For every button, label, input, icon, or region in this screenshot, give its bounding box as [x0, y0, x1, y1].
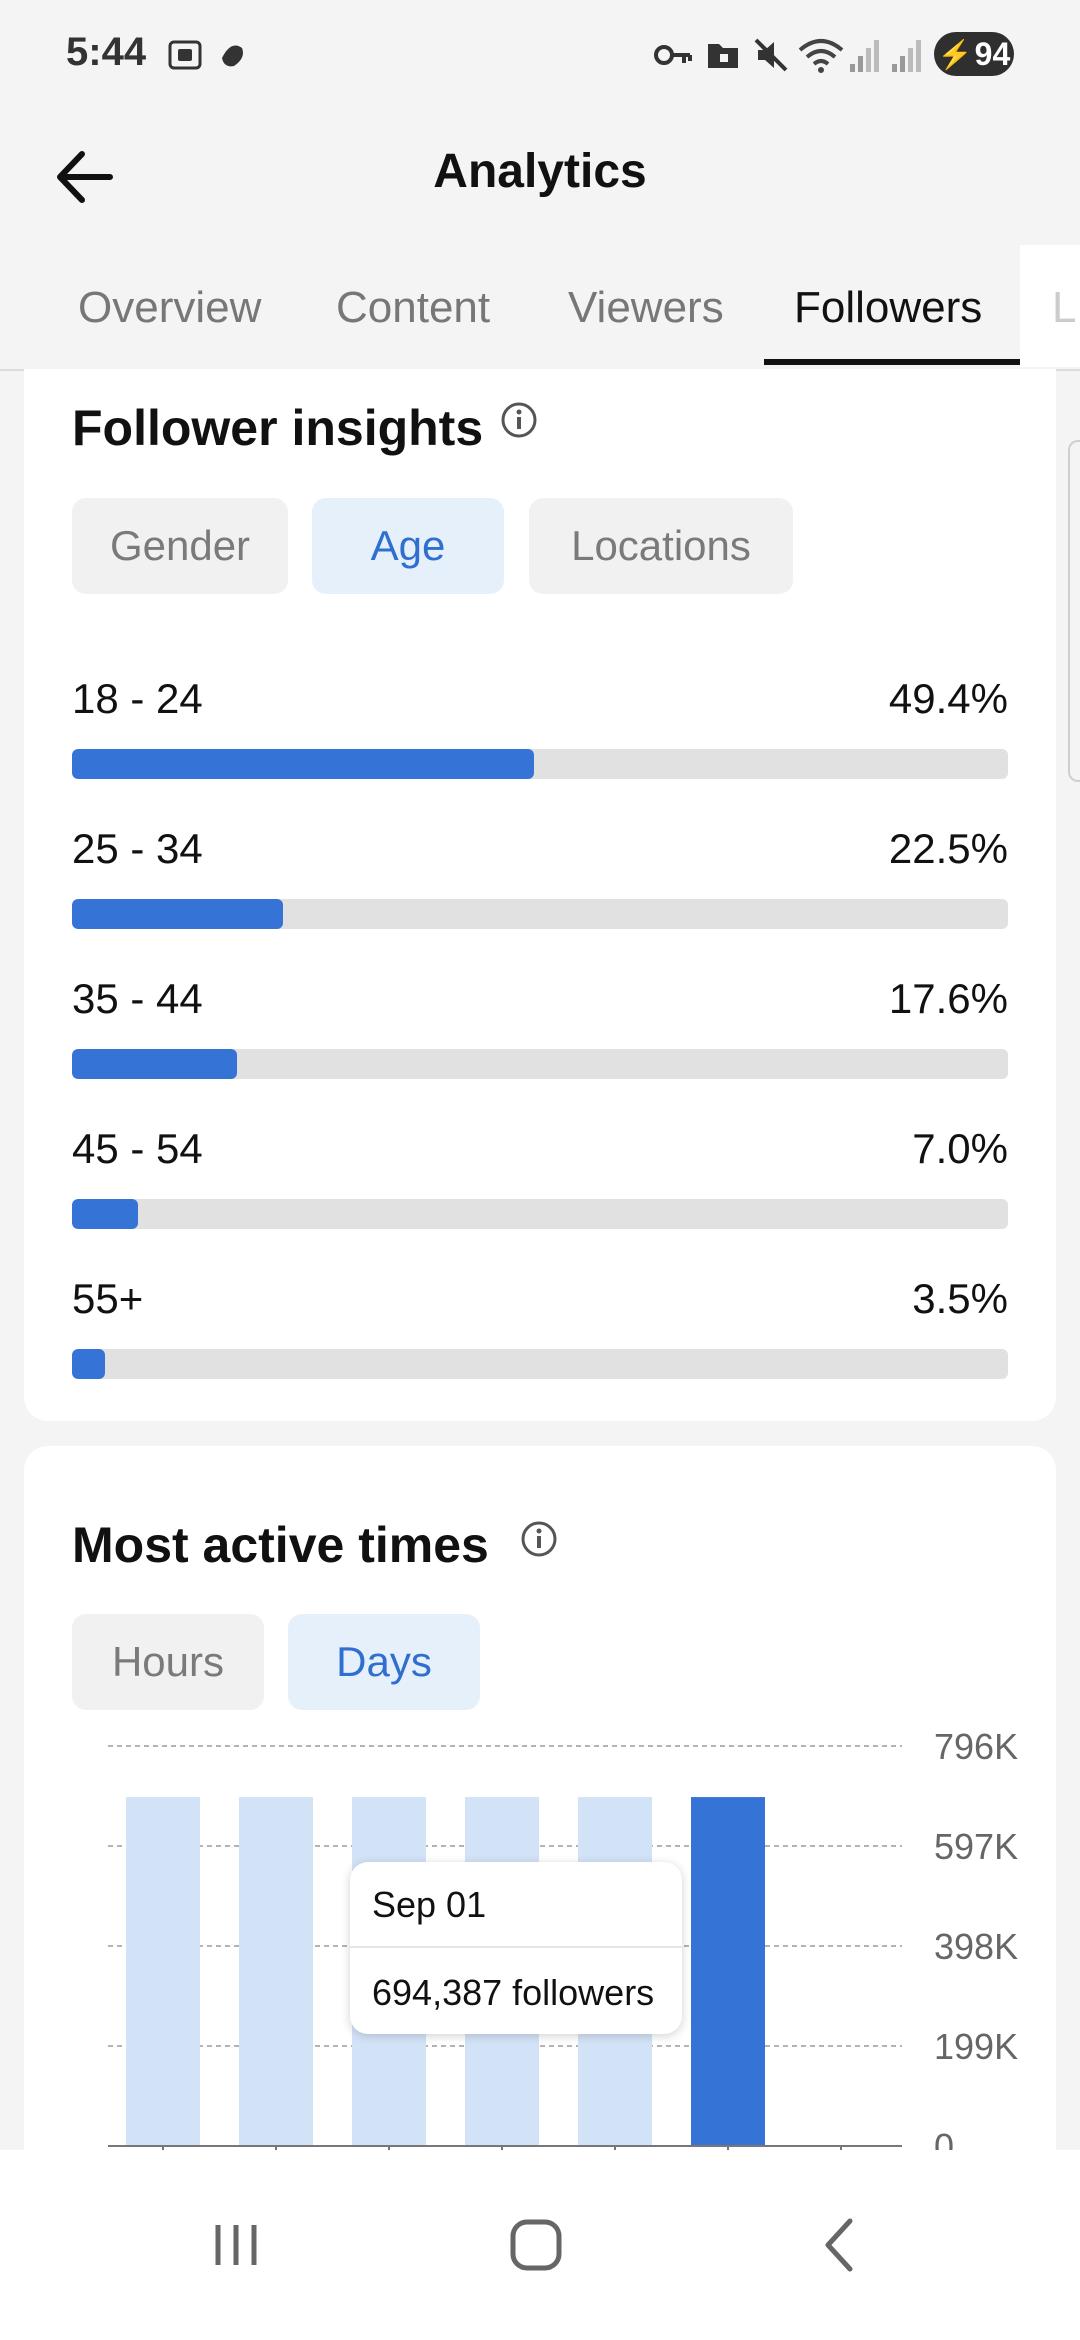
follower-insights-card: Follower insights Gender Age Locations 1…: [24, 369, 1056, 1421]
age-percent: 17.6%: [888, 975, 1008, 1022]
tooltip-date: Sep 01: [372, 1884, 487, 1925]
app-bar: Analytics: [0, 110, 1080, 240]
tooltip-value: 694,387 followers: [372, 1972, 655, 2013]
age-percent: 3.5%: [912, 1275, 1008, 1322]
age-percent: 22.5%: [888, 825, 1008, 872]
tab-bar: Overview Content Viewers Followers L: [0, 245, 1080, 371]
recent-apps-button[interactable]: [156, 2150, 316, 2340]
screenshot-icon: [168, 40, 202, 70]
tab-overview[interactable]: Overview: [78, 283, 261, 333]
y-tick-label: 199K: [934, 2026, 1018, 2067]
age-bar-track: [72, 1049, 1008, 1079]
y-tick-label: 597K: [934, 1826, 1018, 1867]
status-bar: 5:44 ⚡ 94: [0, 0, 1080, 110]
lock-folder-icon: [708, 44, 738, 68]
tab-partial-next[interactable]: L: [1052, 283, 1076, 333]
wifi-icon: [798, 39, 844, 73]
age-bar-fill: [72, 899, 283, 929]
vpn-key-icon: [654, 45, 692, 65]
signal-icon: [850, 40, 879, 72]
filter-days-chip[interactable]: Days: [288, 1614, 480, 1710]
y-tick-label: 796K: [934, 1726, 1018, 1767]
y-tick-label: 398K: [934, 1926, 1018, 1967]
age-row: 25 - 34 22.5%: [72, 825, 1008, 945]
filter-gender-chip[interactable]: Gender: [72, 498, 288, 594]
age-row: 45 - 54 7.0%: [72, 1125, 1008, 1245]
follower-insights-title: Follower insights: [72, 400, 484, 456]
age-bar-track: [72, 749, 1008, 779]
tooltip-divider: [350, 1946, 682, 1948]
home-icon: [510, 2219, 562, 2271]
info-icon[interactable]: [520, 1520, 558, 1558]
chart-tooltip: Sep 01 694,387 followers: [350, 1862, 682, 2034]
scroll-indicator[interactable]: [1068, 440, 1080, 782]
chart-bar[interactable]: [239, 1797, 313, 2146]
chart-bar[interactable]: [126, 1797, 200, 2146]
age-percent: 7.0%: [912, 1125, 1008, 1172]
mute-icon: [754, 38, 788, 72]
tab-active-indicator: [764, 359, 1020, 365]
tab-content[interactable]: Content: [336, 283, 490, 333]
status-time: 5:44: [66, 30, 147, 74]
back-button[interactable]: [760, 2150, 920, 2340]
age-range-label: 25 - 34: [72, 825, 203, 872]
age-row: 18 - 24 49.4%: [72, 675, 1008, 795]
age-bar-fill: [72, 1049, 237, 1079]
info-icon[interactable]: [500, 401, 538, 439]
back-icon: [825, 2218, 853, 2272]
age-bar-fill: [72, 1199, 138, 1229]
bug-icon: [220, 44, 243, 67]
age-range-label: 18 - 24: [72, 675, 203, 722]
age-row: 35 - 44 17.6%: [72, 975, 1008, 1095]
chart-bar[interactable]: [691, 1797, 765, 2146]
age-bar-fill: [72, 749, 535, 779]
most-active-times-card: Most active times Hours Days 796K 597K 398…: [24, 1446, 1056, 2206]
recent-apps-icon: [215, 2225, 257, 2265]
age-percent: 49.4%: [888, 675, 1008, 722]
filter-locations-chip[interactable]: Locations: [529, 498, 793, 594]
age-row: 55+ 3.5%: [72, 1275, 1008, 1395]
age-bar-track: [72, 899, 1008, 929]
age-bar-track: [72, 1199, 1008, 1229]
signal-icon: [892, 40, 921, 72]
home-button[interactable]: [456, 2150, 616, 2340]
most-active-times-title: Most active times: [72, 1517, 489, 1573]
tab-viewers[interactable]: Viewers: [568, 283, 724, 333]
age-range-label: 35 - 44: [72, 975, 203, 1022]
charging-icon: ⚡: [937, 38, 973, 70]
battery-level: 94: [974, 35, 1011, 72]
age-bar-fill: [72, 1349, 105, 1379]
system-nav-bar: [0, 2150, 1080, 2340]
battery-indicator: ⚡ 94: [934, 32, 1014, 76]
filter-age-chip[interactable]: Age: [312, 498, 504, 594]
page-title: Analytics: [433, 145, 647, 198]
filter-hours-chip[interactable]: Hours: [72, 1614, 264, 1710]
tab-followers[interactable]: Followers: [794, 283, 982, 333]
age-range-label: 55+: [72, 1275, 144, 1322]
age-bar-track: [72, 1349, 1008, 1379]
age-range-label: 45 - 54: [72, 1125, 203, 1172]
